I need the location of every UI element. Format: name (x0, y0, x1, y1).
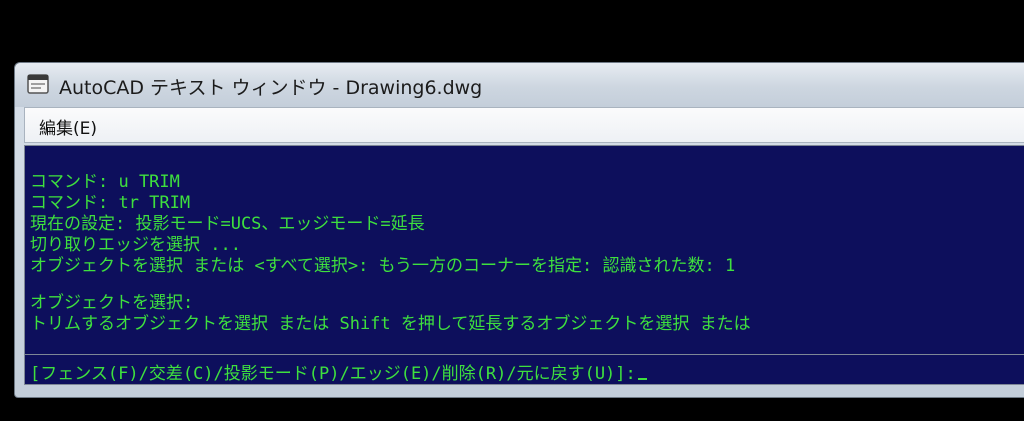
command-prompt-text: [フェンス(F)/交差(C)/投影モード(P)/エッジ(E)/削除(R)/元に戻… (30, 364, 636, 384)
history-blank-line (30, 277, 751, 293)
command-line-input[interactable]: [フェンス(F)/交差(C)/投影モード(P)/エッジ(E)/削除(R)/元に戻… (24, 354, 1024, 385)
history-line: コマンド: u TRIM (30, 172, 180, 192)
autocad-text-window: AutoCAD テキスト ウィンドウ - Drawing6.dwg 編集(E) … (14, 62, 1024, 398)
menu-edit[interactable]: 編集(E) (37, 114, 99, 139)
autocad-text-window-icon[interactable] (27, 74, 49, 94)
title-bar[interactable]: AutoCAD テキスト ウィンドウ - Drawing6.dwg (15, 63, 1024, 107)
window-title: AutoCAD テキスト ウィンドウ - Drawing6.dwg (59, 77, 483, 99)
history-line: トリムするオブジェクトを選択 または Shift を押して延長するオブジェクトを… (30, 314, 751, 334)
history-line: オブジェクトを選択: (30, 293, 194, 313)
command-history[interactable]: コマンド: u TRIM コマンド: tr TRIM 現在の設定: 投影モード=… (24, 145, 1024, 355)
history-line: 切り取りエッジを選択 ... (30, 235, 241, 255)
history-line: オブジェクトを選択 または <すべて選択>: もう一方のコーナーを指定: 認識さ… (30, 256, 736, 276)
text-caret (637, 378, 647, 380)
command-prompt: [フェンス(F)/交差(C)/投影モード(P)/エッジ(E)/削除(R)/元に戻… (30, 359, 647, 384)
history-line: 現在の設定: 投影モード=UCS、エッジモード=延長 (30, 214, 425, 234)
history-line: コマンド: tr TRIM (30, 193, 191, 213)
command-history-lines: コマンド: u TRIM コマンド: tr TRIM 現在の設定: 投影モード=… (30, 172, 751, 335)
menu-bar: 編集(E) (24, 107, 1024, 143)
